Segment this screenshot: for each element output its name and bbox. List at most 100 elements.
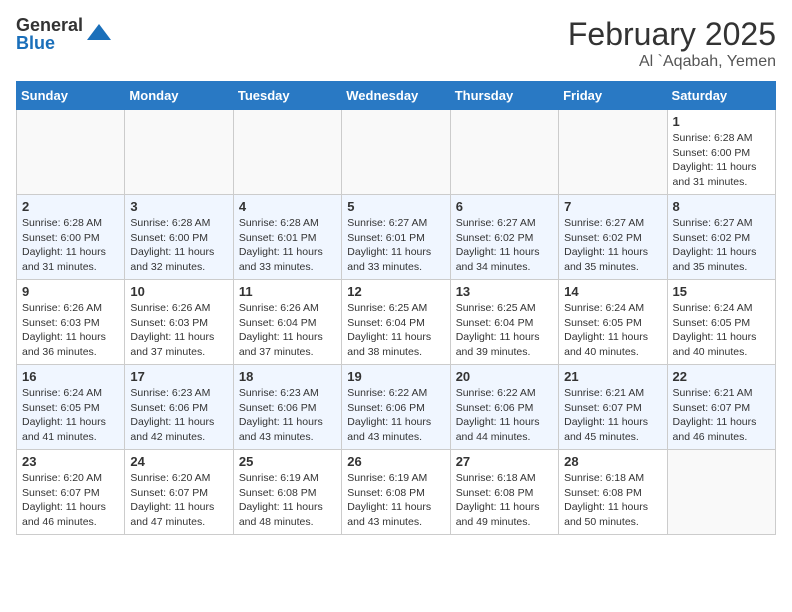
day-number: 1 [673, 114, 770, 129]
day-number: 11 [239, 284, 336, 299]
day-cell: 11Sunrise: 6:26 AM Sunset: 6:04 PM Dayli… [233, 280, 341, 365]
day-info: Sunrise: 6:28 AM Sunset: 6:00 PM Dayligh… [130, 216, 227, 275]
day-number: 22 [673, 369, 770, 384]
day-cell: 24 Sunrise: 6:20 AM Sunset: 6:07 PM Dayli… [125, 450, 233, 535]
col-header-friday: Friday [559, 82, 667, 110]
day-cell: 8 Sunrise: 6:27 AM Sunset: 6:02 PM Daylig… [667, 195, 775, 280]
day-number: 4 [239, 199, 336, 214]
day-info: Sunrise: 6:21 AM Sunset: 6:07 PM Dayligh… [564, 386, 661, 445]
col-header-wednesday: Wednesday [342, 82, 450, 110]
day-info: Sunrise: 6:19 AM Sunset: 6:08 PM Dayligh… [347, 471, 444, 530]
calendar-body: 1 Sunrise: 6:28 AM Sunset: 6:00 PM Daylig… [17, 110, 776, 535]
day-info: Sunrise: 6:20 AM Sunset: 6:07 PM Dayligh… [130, 471, 227, 530]
day-info: Sunrise: 6:28 AM Sunset: 6:00 PM Dayligh… [22, 216, 119, 275]
day-cell [233, 110, 341, 195]
day-info: Sunrise: 6:24 AM Sunset: 6:05 PM Dayligh… [673, 301, 770, 360]
day-cell [559, 110, 667, 195]
day-cell: 14 Sunrise: 6:24 AM Sunset: 6:05 PM Dayli… [559, 280, 667, 365]
day-cell: 4 Sunrise: 6:28 AM Sunset: 6:01 PM Daylig… [233, 195, 341, 280]
day-info: Sunrise: 6:25 AM Sunset: 6:04 PM Dayligh… [347, 301, 444, 360]
day-number: 21 [564, 369, 661, 384]
day-number: 2 [22, 199, 119, 214]
day-cell: 22 Sunrise: 6:21 AM Sunset: 6:07 PM Dayli… [667, 365, 775, 450]
day-number: 10 [130, 284, 227, 299]
day-cell: 17 Sunrise: 6:23 AM Sunset: 6:06 PM Dayli… [125, 365, 233, 450]
week-row-3: 9 Sunrise: 6:26 AM Sunset: 6:03 PM Daylig… [17, 280, 776, 365]
day-cell: 23Sunrise: 6:20 AM Sunset: 6:07 PM Dayli… [17, 450, 125, 535]
day-cell: 15 Sunrise: 6:24 AM Sunset: 6:05 PM Dayli… [667, 280, 775, 365]
day-info: Sunrise: 6:24 AM Sunset: 6:05 PM Dayligh… [564, 301, 661, 360]
location-title: Al `Aqabah, Yemen [568, 53, 776, 71]
day-info: Sunrise: 6:22 AM Sunset: 6:06 PM Dayligh… [347, 386, 444, 445]
day-cell: 13Sunrise: 6:25 AM Sunset: 6:04 PM Dayli… [450, 280, 558, 365]
day-cell: 28 Sunrise: 6:18 AM Sunset: 6:08 PM Dayli… [559, 450, 667, 535]
day-cell [342, 110, 450, 195]
day-number: 15 [673, 284, 770, 299]
week-row-4: 16Sunrise: 6:24 AM Sunset: 6:05 PM Dayli… [17, 365, 776, 450]
day-cell [17, 110, 125, 195]
day-number: 24 [130, 454, 227, 469]
day-cell: 20 Sunrise: 6:22 AM Sunset: 6:06 PM Dayli… [450, 365, 558, 450]
day-number: 12 [347, 284, 444, 299]
day-number: 18 [239, 369, 336, 384]
day-info: Sunrise: 6:23 AM Sunset: 6:06 PM Dayligh… [130, 386, 227, 445]
day-cell: 26 Sunrise: 6:19 AM Sunset: 6:08 PM Dayli… [342, 450, 450, 535]
logo-general: General [16, 16, 83, 34]
day-number: 8 [673, 199, 770, 214]
day-info: Sunrise: 6:19 AM Sunset: 6:08 PM Dayligh… [239, 471, 336, 530]
col-header-thursday: Thursday [450, 82, 558, 110]
calendar-header: SundayMondayTuesdayWednesdayThursdayFrid… [17, 82, 776, 110]
day-cell: 27Sunrise: 6:18 AM Sunset: 6:08 PM Dayli… [450, 450, 558, 535]
page-header: General Blue February 2025 Al `Aqabah, Y… [16, 16, 776, 71]
week-row-1: 1 Sunrise: 6:28 AM Sunset: 6:00 PM Daylig… [17, 110, 776, 195]
day-cell: 25Sunrise: 6:19 AM Sunset: 6:08 PM Dayli… [233, 450, 341, 535]
day-number: 6 [456, 199, 553, 214]
day-cell: 10 Sunrise: 6:26 AM Sunset: 6:03 PM Dayli… [125, 280, 233, 365]
col-header-tuesday: Tuesday [233, 82, 341, 110]
day-info: Sunrise: 6:26 AM Sunset: 6:03 PM Dayligh… [130, 301, 227, 360]
month-title: February 2025 [568, 16, 776, 53]
day-cell [667, 450, 775, 535]
day-info: Sunrise: 6:21 AM Sunset: 6:07 PM Dayligh… [673, 386, 770, 445]
day-info: Sunrise: 6:27 AM Sunset: 6:02 PM Dayligh… [673, 216, 770, 275]
day-cell: 9 Sunrise: 6:26 AM Sunset: 6:03 PM Daylig… [17, 280, 125, 365]
day-info: Sunrise: 6:28 AM Sunset: 6:00 PM Dayligh… [673, 131, 770, 190]
logo: General Blue [16, 16, 113, 52]
day-cell: 7 Sunrise: 6:27 AM Sunset: 6:02 PM Daylig… [559, 195, 667, 280]
day-number: 7 [564, 199, 661, 214]
day-number: 28 [564, 454, 661, 469]
day-info: Sunrise: 6:27 AM Sunset: 6:02 PM Dayligh… [456, 216, 553, 275]
day-cell: 1 Sunrise: 6:28 AM Sunset: 6:00 PM Daylig… [667, 110, 775, 195]
day-cell: 18 Sunrise: 6:23 AM Sunset: 6:06 PM Dayli… [233, 365, 341, 450]
day-number: 20 [456, 369, 553, 384]
day-number: 13 [456, 284, 553, 299]
day-cell: 19Sunrise: 6:22 AM Sunset: 6:06 PM Dayli… [342, 365, 450, 450]
day-number: 3 [130, 199, 227, 214]
day-info: Sunrise: 6:23 AM Sunset: 6:06 PM Dayligh… [239, 386, 336, 445]
day-info: Sunrise: 6:22 AM Sunset: 6:06 PM Dayligh… [456, 386, 553, 445]
col-header-saturday: Saturday [667, 82, 775, 110]
day-cell: 2 Sunrise: 6:28 AM Sunset: 6:00 PM Daylig… [17, 195, 125, 280]
day-cell: 5Sunrise: 6:27 AM Sunset: 6:01 PM Daylig… [342, 195, 450, 280]
day-info: Sunrise: 6:26 AM Sunset: 6:03 PM Dayligh… [22, 301, 119, 360]
logo-blue: Blue [16, 34, 83, 52]
day-cell: 6 Sunrise: 6:27 AM Sunset: 6:02 PM Daylig… [450, 195, 558, 280]
day-cell [125, 110, 233, 195]
day-number: 9 [22, 284, 119, 299]
day-info: Sunrise: 6:20 AM Sunset: 6:07 PM Dayligh… [22, 471, 119, 530]
day-number: 17 [130, 369, 227, 384]
day-number: 26 [347, 454, 444, 469]
day-number: 27 [456, 454, 553, 469]
day-cell [450, 110, 558, 195]
day-info: Sunrise: 6:24 AM Sunset: 6:05 PM Dayligh… [22, 386, 119, 445]
day-info: Sunrise: 6:18 AM Sunset: 6:08 PM Dayligh… [564, 471, 661, 530]
day-info: Sunrise: 6:28 AM Sunset: 6:01 PM Dayligh… [239, 216, 336, 275]
day-cell: 12 Sunrise: 6:25 AM Sunset: 6:04 PM Dayli… [342, 280, 450, 365]
day-number: 14 [564, 284, 661, 299]
week-row-5: 23Sunrise: 6:20 AM Sunset: 6:07 PM Dayli… [17, 450, 776, 535]
week-row-2: 2 Sunrise: 6:28 AM Sunset: 6:00 PM Daylig… [17, 195, 776, 280]
calendar-table: SundayMondayTuesdayWednesdayThursdayFrid… [16, 81, 776, 535]
day-info: Sunrise: 6:27 AM Sunset: 6:02 PM Dayligh… [564, 216, 661, 275]
logo-icon [85, 20, 113, 48]
day-cell: 21 Sunrise: 6:21 AM Sunset: 6:07 PM Dayli… [559, 365, 667, 450]
